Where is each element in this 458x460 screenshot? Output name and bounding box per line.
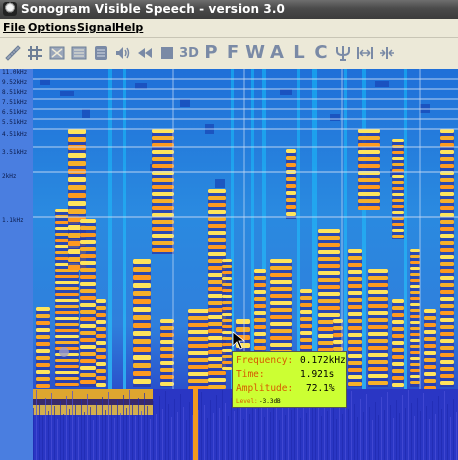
stop-icon[interactable] xyxy=(156,41,178,65)
a-letter: A xyxy=(270,42,284,63)
app-window: Sonogram Visible Speech - version 3.0 Fi… xyxy=(0,0,458,460)
f-letter: F xyxy=(226,42,240,63)
app-logo-icon xyxy=(3,2,17,16)
time-label: Time: xyxy=(236,369,265,380)
amplitude-value: 72.1% xyxy=(306,383,335,394)
spectrogram-canvas[interactable] xyxy=(0,69,458,460)
spectrogram-view[interactable]: 11.0kHz 9.52kHz 8.51kHz 7.51kHz 6.51kHz … xyxy=(0,69,458,460)
axis-label: 7.51kHz xyxy=(2,99,28,106)
menu-help[interactable]: Help xyxy=(115,21,143,34)
p1-icon[interactable]: P xyxy=(200,41,222,65)
list-icon[interactable] xyxy=(68,41,90,65)
f-icon[interactable]: F xyxy=(222,41,244,65)
rewind-icon[interactable] xyxy=(134,41,156,65)
w-letter: W xyxy=(245,42,265,63)
amplitude-label: Amplitude: xyxy=(236,383,294,394)
menu-file[interactable]: File xyxy=(3,21,26,34)
menu-bar: File Options Signal Help xyxy=(0,19,458,38)
level-label: Level: xyxy=(236,398,258,405)
menu-signal[interactable]: Signal xyxy=(77,21,116,34)
c-letter: C xyxy=(314,42,328,63)
menu-options[interactable]: Options xyxy=(28,21,76,34)
window-title: Sonogram Visible Speech - version 3.0 xyxy=(21,2,285,16)
level-value: -3.3dB xyxy=(259,398,281,405)
title-bar[interactable]: Sonogram Visible Speech - version 3.0 xyxy=(0,0,458,19)
speaker-icon[interactable] xyxy=(112,41,134,65)
l-icon[interactable]: L xyxy=(288,41,310,65)
grid-icon[interactable] xyxy=(24,41,46,65)
axis-label: 4.51kHz xyxy=(2,131,28,138)
axis-label: 9.52kHz xyxy=(2,79,28,86)
compress-icon[interactable] xyxy=(376,41,398,65)
frequency-value: 0.172kHz xyxy=(300,355,346,366)
playhead-marker-icon[interactable] xyxy=(59,347,69,357)
waveform-icon[interactable] xyxy=(90,41,112,65)
ruler-icon[interactable] xyxy=(2,41,24,65)
axis-label: 1.1kHz xyxy=(2,217,24,224)
3d-label: 3D xyxy=(179,45,199,61)
axis-label: 8.51kHz xyxy=(2,89,28,96)
a-icon[interactable]: A xyxy=(266,41,288,65)
toolbar: 3D P F W A L C xyxy=(0,38,458,68)
stretch-icon[interactable] xyxy=(354,41,376,65)
3d-view-icon[interactable]: 3D xyxy=(178,41,200,65)
axis-label: 3.51kHz xyxy=(2,149,28,156)
time-value: 1.921s xyxy=(300,369,335,380)
l-letter: L xyxy=(293,42,305,63)
axis-label: 2kHz xyxy=(2,173,17,180)
psi-icon[interactable] xyxy=(332,41,354,65)
zoom-fit-icon[interactable] xyxy=(46,41,68,65)
frequency-label: Frequency: xyxy=(236,355,294,366)
axis-label: 5.51kHz xyxy=(2,119,28,126)
axis-label: 6.51kHz xyxy=(2,109,28,116)
frequency-axis-bg xyxy=(0,69,33,460)
p1-letter: P xyxy=(204,42,218,63)
w-icon[interactable]: W xyxy=(244,41,266,65)
axis-label: 11.0kHz xyxy=(2,69,28,76)
c-icon[interactable]: C xyxy=(310,41,332,65)
measurement-tooltip: Frequency: 0.172kHz Time: 1.921s Amplitu… xyxy=(232,351,347,408)
